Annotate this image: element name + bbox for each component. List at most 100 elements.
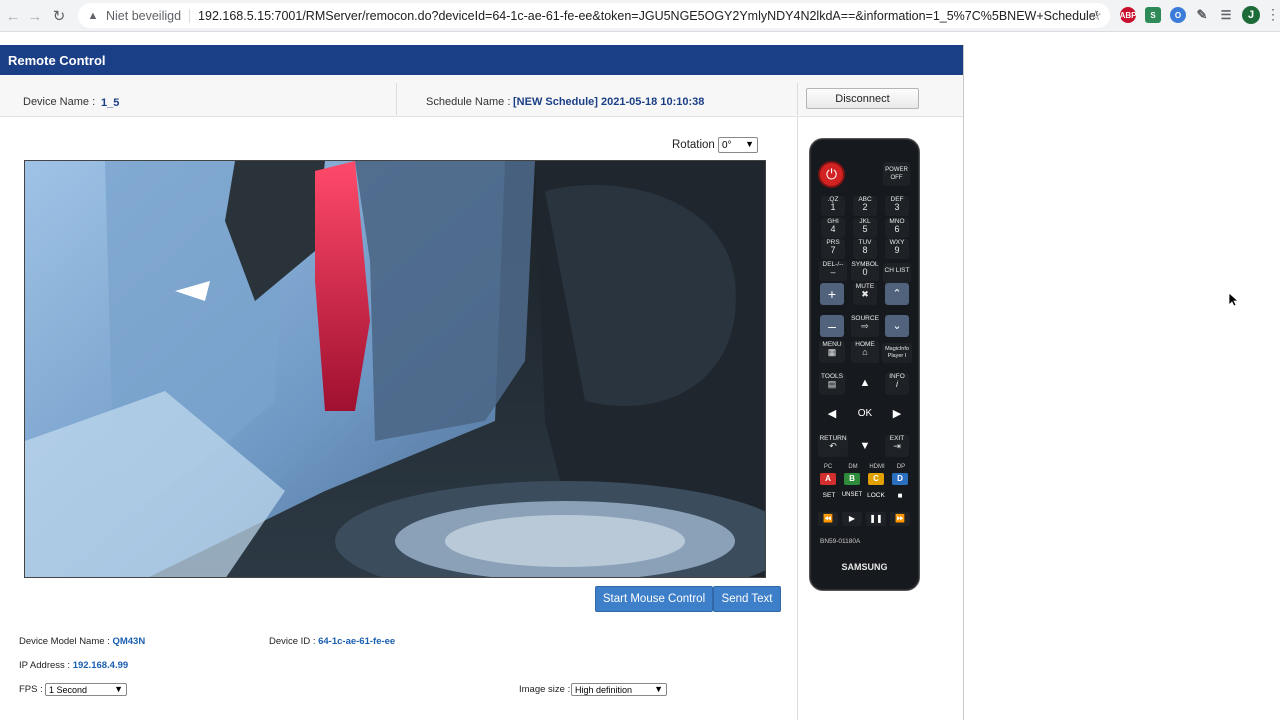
key-number: 8 xyxy=(862,244,868,255)
key-0[interactable]: SYMBOL 0 xyxy=(851,261,879,281)
rewind-icon[interactable]: ⏪ xyxy=(818,512,838,526)
exit-button[interactable]: EXIT ⇥ xyxy=(885,435,909,457)
menu-button[interactable]: MENU ▦ xyxy=(819,341,845,363)
home-button[interactable]: HOME ⌂ xyxy=(851,341,879,363)
channel-down-button[interactable]: ⌄ xyxy=(885,315,909,337)
rotation-label: Rotation xyxy=(672,139,715,151)
start-mouse-control-button[interactable]: Start Mouse Control xyxy=(595,586,713,612)
blue-d-button[interactable]: D xyxy=(892,473,908,485)
device-model-label: Device Model Name : xyxy=(19,636,110,647)
volume-down-button[interactable]: – xyxy=(820,315,844,337)
del-button[interactable]: DEL-/-- – xyxy=(819,261,847,281)
yellow-c-button[interactable]: C xyxy=(868,473,884,485)
divider xyxy=(797,83,798,115)
o-extension-icon[interactable]: O xyxy=(1170,7,1186,23)
key-number: 1 xyxy=(830,201,836,212)
divider xyxy=(797,117,798,720)
fps-value: 1 Second xyxy=(49,684,88,695)
more-menu-icon[interactable]: ⋮ xyxy=(1266,7,1280,21)
star-icon[interactable]: ☆ xyxy=(1089,7,1102,24)
key-number: 5 xyxy=(862,223,868,234)
key-number: 7 xyxy=(830,244,836,255)
ip-address-row: IP Address : 192.168.4.99 xyxy=(19,660,128,671)
rotation-value: 0° xyxy=(722,139,732,151)
fast-forward-icon[interactable]: ⏩ xyxy=(890,512,910,526)
image-size-label: Image size : xyxy=(519,684,571,695)
unset-button[interactable]: UNSET xyxy=(841,492,863,498)
stop-icon[interactable]: ■ xyxy=(894,491,906,500)
tools-button[interactable]: TOOLS ▤ xyxy=(819,373,845,395)
key-number: – xyxy=(830,266,836,277)
key-number: 9 xyxy=(894,244,900,255)
s-extension-icon[interactable]: S xyxy=(1145,7,1161,23)
send-text-button[interactable]: Send Text xyxy=(713,586,781,612)
color-label-c: HDMI xyxy=(869,464,885,470)
mute-button[interactable]: MUTE ✖ xyxy=(853,283,877,305)
key-5[interactable]: JKL 5 xyxy=(853,218,877,238)
info-button[interactable]: INFO i xyxy=(885,373,909,395)
page-title: Remote Control xyxy=(0,45,963,75)
pause-icon[interactable]: ❚❚ xyxy=(866,512,886,526)
power-button[interactable]: ⏻ xyxy=(818,161,845,188)
device-name-value: 1_5 xyxy=(101,97,120,109)
right-arrow-button[interactable]: ▶ xyxy=(886,404,908,424)
url-text[interactable]: 192.168.5.15:7001/RMServer/remocon.do?de… xyxy=(198,9,1098,23)
screen-capture-image xyxy=(25,161,765,577)
color-label-a: PC xyxy=(823,464,833,470)
key-7[interactable]: PRS 7 xyxy=(821,239,845,259)
disconnect-button[interactable]: Disconnect xyxy=(806,88,919,109)
source-button[interactable]: SOURCE ⇨ xyxy=(851,315,879,337)
info-icon: i xyxy=(896,378,898,389)
warning-icon: ▲ xyxy=(87,9,99,22)
adblock-extension-icon[interactable]: ABP xyxy=(1120,7,1136,23)
color-label-b: DM xyxy=(848,464,858,470)
address-bar[interactable]: ▲ Niet beveiligd 192.168.5.15:7001/RMSer… xyxy=(78,3,1110,28)
key-4[interactable]: GHI 4 xyxy=(821,218,845,238)
schedule-name-label: Schedule Name : xyxy=(426,96,511,108)
left-arrow-button[interactable]: ◀ xyxy=(821,404,843,424)
device-screen[interactable] xyxy=(24,160,766,578)
mute-icon: ✖ xyxy=(861,288,869,299)
magicinfo-button[interactable]: MagicInfo Player I xyxy=(882,343,912,363)
return-button[interactable]: RETURN ↶ xyxy=(818,435,848,457)
rotation-select[interactable]: 0° ▼ xyxy=(718,137,758,153)
set-button[interactable]: SET xyxy=(819,492,839,499)
chevron-down-icon: ▼ xyxy=(745,139,754,149)
reading-list-icon[interactable]: ☰ xyxy=(1218,7,1234,23)
reload-icon[interactable]: ↻ xyxy=(46,3,72,29)
browser-toolbar: ← → ↻ ▲ Niet beveiligd 192.168.5.15:7001… xyxy=(0,0,1280,32)
green-b-button[interactable]: B xyxy=(844,473,860,485)
device-model-row: Device Model Name : QM43N xyxy=(19,636,145,647)
channel-up-button[interactable]: ⌃ xyxy=(885,283,909,305)
menu-icon: ▦ xyxy=(827,346,837,357)
fps-select[interactable]: 1 Second ▼ xyxy=(45,683,127,696)
device-id-row: Device ID : 64-1c-ae-61-fe-ee xyxy=(269,636,395,647)
key-2[interactable]: ABC 2 xyxy=(853,196,877,216)
key-9[interactable]: WXY 9 xyxy=(885,239,909,259)
avatar[interactable]: J xyxy=(1242,6,1260,24)
play-icon[interactable]: ▶ xyxy=(842,512,862,526)
key-3[interactable]: DEF 3 xyxy=(885,196,909,216)
down-arrow-button[interactable]: ▼ xyxy=(854,436,876,456)
key-1[interactable]: .QZ 1 xyxy=(821,196,845,216)
key-8[interactable]: TUV 8 xyxy=(853,239,877,259)
puzzle-extension-icon[interactable]: ✎ xyxy=(1194,7,1210,23)
image-size-select[interactable]: High definition ▼ xyxy=(571,683,667,696)
chevron-up-icon: ⌃ xyxy=(892,288,902,300)
device-id-label: Device ID : xyxy=(269,636,316,647)
power-off-button[interactable]: POWER OFF xyxy=(883,162,910,186)
mouse-cursor-icon xyxy=(1229,293,1239,307)
volume-up-button[interactable]: + xyxy=(820,283,844,305)
device-info-bar: Device Name : 1_5 Schedule Name : [NEW S… xyxy=(0,75,963,117)
ok-button[interactable]: OK xyxy=(854,404,876,424)
key-6[interactable]: MNO 6 xyxy=(885,218,909,238)
forward-icon[interactable]: → xyxy=(22,3,48,29)
red-a-button[interactable]: A xyxy=(820,473,836,485)
lock-button[interactable]: LOCK xyxy=(866,492,886,499)
up-arrow-button[interactable]: ▲ xyxy=(854,373,876,393)
samsung-logo: SAMSUNG xyxy=(841,562,888,572)
return-icon: ↶ xyxy=(829,440,837,451)
ch-list-button[interactable]: CH LIST xyxy=(883,263,911,283)
device-id-value: 64-1c-ae-61-fe-ee xyxy=(318,636,396,647)
source-icon: ⇨ xyxy=(861,320,869,331)
